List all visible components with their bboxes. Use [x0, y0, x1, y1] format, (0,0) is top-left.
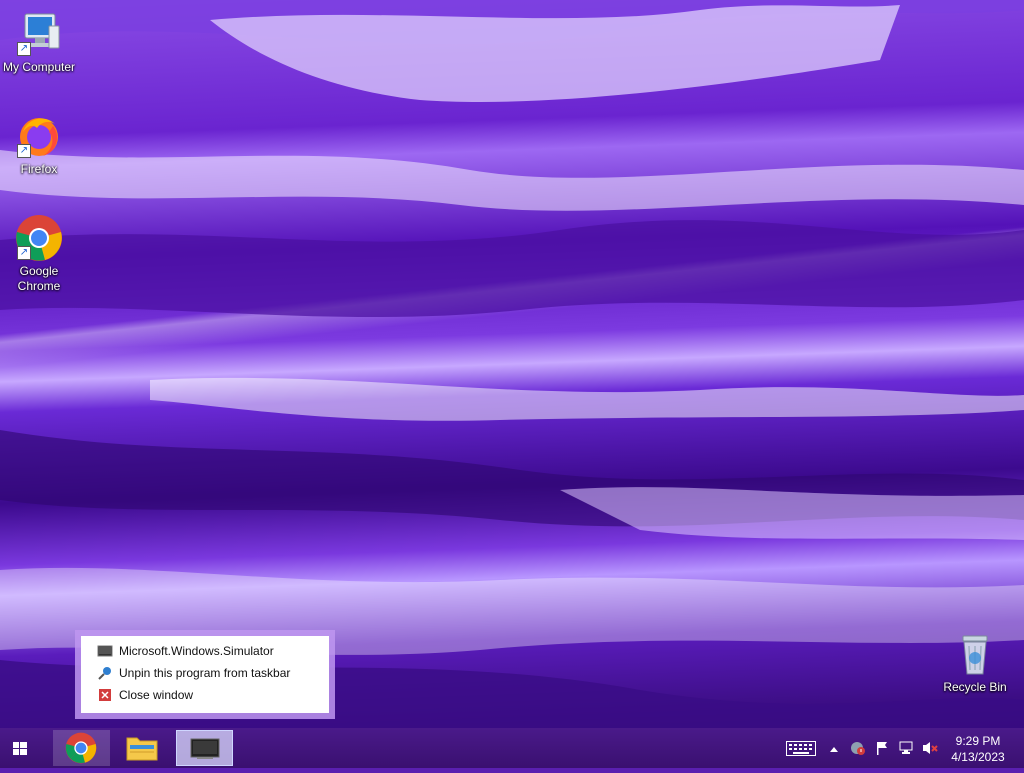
start-button[interactable]	[0, 728, 40, 768]
action-center-flag-icon[interactable]	[874, 740, 890, 756]
close-window-item[interactable]: Close window	[81, 684, 329, 706]
desktop-icon-label: Firefox	[20, 162, 58, 176]
desktop-icon-label: Recycle Bin	[943, 680, 1007, 694]
jump-list-item-app[interactable]: Microsoft.Windows.Simulator	[81, 640, 329, 662]
show-hidden-icons-icon[interactable]	[829, 745, 839, 753]
desktop-icon-label: My Computer	[2, 60, 76, 74]
shortcut-arrow-icon: ↗	[17, 144, 31, 158]
close-icon	[97, 687, 113, 703]
desktop-icon-google-chrome[interactable]: ↗ Google Chrome	[1, 214, 77, 294]
monitor-icon	[190, 738, 220, 759]
pin-icon	[97, 665, 113, 681]
clock-time: 9:29 PM	[955, 734, 1001, 748]
clock-date: 4/13/2023	[951, 750, 1005, 764]
desktop: ↗ My Computer ↗ Firefox ↗ Google Chrome …	[0, 0, 1024, 728]
folder-icon	[126, 737, 158, 761]
desktop-icon-label: Google Chrome	[17, 264, 61, 293]
chrome-icon	[65, 732, 97, 764]
recycle-bin-icon	[962, 635, 988, 675]
monitor-icon	[97, 643, 113, 659]
network-alert-icon[interactable]	[850, 740, 866, 756]
jump-list-menu: Microsoft.Windows.Simulator Unpin this p…	[81, 636, 329, 713]
taskbar: 9:29 PM 4/13/2023	[0, 728, 1024, 768]
taskbar-jump-list: Microsoft.Windows.Simulator Unpin this p…	[75, 630, 335, 719]
volume-muted-icon[interactable]	[921, 740, 939, 756]
jump-list-app-label: Microsoft.Windows.Simulator	[119, 644, 274, 658]
chrome-taskbar-button[interactable]	[53, 730, 110, 766]
desktop-icon-recycle-bin[interactable]: Recycle Bin	[937, 630, 1013, 695]
simulator-taskbar-button[interactable]	[176, 730, 233, 766]
file-explorer-taskbar-button[interactable]	[114, 730, 171, 766]
desktop-icon-firefox[interactable]: ↗ Firefox	[1, 112, 77, 177]
network-icon[interactable]	[898, 740, 914, 756]
close-window-label: Close window	[119, 688, 194, 702]
windows-logo-icon	[13, 742, 27, 755]
wallpaper	[0, 0, 1024, 728]
shortcut-arrow-icon: ↗	[17, 246, 31, 260]
keyboard-icon[interactable]	[786, 741, 816, 756]
desktop-icon-my-computer[interactable]: ↗ My Computer	[1, 10, 77, 75]
unpin-label: Unpin this program from taskbar	[119, 666, 291, 680]
unpin-from-taskbar-item[interactable]: Unpin this program from taskbar	[81, 662, 329, 684]
shortcut-arrow-icon: ↗	[17, 42, 31, 56]
system-clock[interactable]: 9:29 PM 4/13/2023	[948, 733, 1008, 765]
